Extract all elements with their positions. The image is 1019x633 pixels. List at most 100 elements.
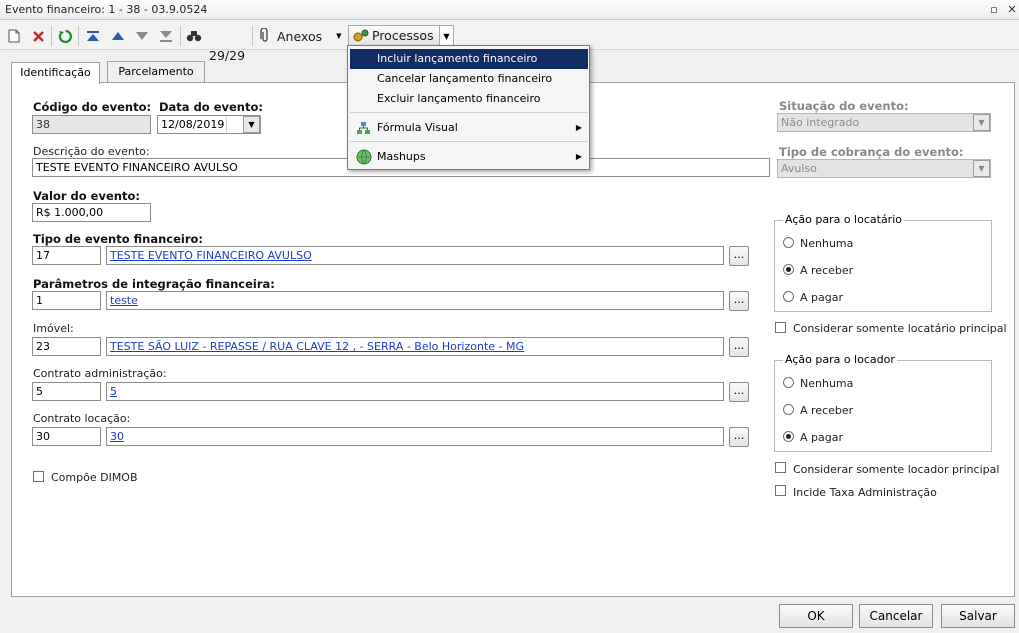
globe-icon — [356, 149, 372, 165]
submenu-arrow-icon: ▶ — [575, 152, 582, 161]
menu-item-mashups[interactable]: Mashups ▶ — [350, 147, 588, 167]
attachments-button[interactable]: Anexos ▼ — [258, 26, 348, 46]
last-record-button[interactable] — [157, 26, 175, 46]
locatario-nenhuma-radio[interactable] — [783, 237, 794, 248]
menu-item-cancelar[interactable]: Cancelar lançamento financeiro — [350, 69, 588, 89]
imovel-desc-field[interactable]: TESTE SÃO LUIZ - REPASSE / RUA CLAVE 12 … — [106, 337, 724, 356]
restore-icon[interactable]: ▫ — [987, 3, 1001, 17]
contrato-loc-desc-field[interactable]: 30 — [106, 427, 724, 446]
locador-receber-radio[interactable] — [783, 404, 794, 415]
parametros-link[interactable]: teste — [110, 294, 138, 307]
locador-pagar-radio[interactable] — [783, 431, 794, 442]
paperclip-icon — [260, 28, 268, 42]
flowchart-icon — [357, 122, 370, 134]
tipo-evento-desc-field[interactable]: TESTE EVENTO FINANCEIRO AVULSO — [106, 246, 724, 265]
new-record-button[interactable] — [6, 26, 22, 46]
imovel-link[interactable]: TESTE SÃO LUIZ - REPASSE / RUA CLAVE 12 … — [110, 340, 524, 353]
imovel-code-field[interactable]: 23 — [32, 337, 101, 356]
contrato-adm-desc-field[interactable]: 5 — [106, 382, 724, 401]
toolbar-separator — [252, 26, 253, 46]
gears-icon — [353, 29, 369, 42]
contrato-loc-browse-button[interactable]: ... — [729, 427, 749, 447]
tipo-evento-browse-button[interactable]: ... — [729, 246, 749, 266]
taxa-adm-checkbox[interactable] — [775, 485, 786, 496]
parametros-desc-field[interactable]: teste — [106, 291, 724, 310]
locatario-nenhuma-label: Nenhuma — [800, 237, 854, 250]
situacao-label: Situação do evento: — [779, 99, 909, 113]
contrato-adm-link[interactable]: 5 — [110, 385, 117, 398]
cobranca-label: Tipo de cobrança do evento: — [779, 145, 964, 159]
locatario-principal-checkbox[interactable] — [775, 322, 786, 333]
locatario-receber-radio[interactable] — [783, 264, 794, 275]
new-document-icon — [8, 29, 20, 43]
ok-button[interactable]: OK — [779, 604, 853, 628]
formula-visual-label: Fórmula Visual — [377, 121, 458, 134]
arrow-up-icon — [112, 32, 124, 40]
locador-principal-label: Considerar somente locador principal — [793, 463, 1000, 476]
attachments-label: Anexos — [277, 28, 323, 44]
data-label: Data do evento: — [159, 100, 263, 114]
parametros-code-field[interactable]: 1 — [32, 291, 101, 310]
situacao-dropdown-icon[interactable]: ▼ — [973, 114, 990, 131]
parametros-browse-button[interactable]: ... — [729, 291, 749, 311]
tab-identificacao[interactable]: Identificação — [11, 62, 100, 84]
locatario-pagar-radio[interactable] — [783, 291, 794, 302]
menu-separator — [350, 112, 588, 113]
refresh-button[interactable] — [56, 26, 74, 46]
codigo-label: Código do evento: — [33, 100, 152, 114]
contrato-adm-code-field[interactable]: 5 — [32, 382, 101, 401]
valor-field[interactable]: R$ 1.000,00 — [32, 203, 151, 222]
record-position: 29/29 — [209, 48, 246, 63]
processes-menu: Incluir lançamento financeiro Cancelar l… — [347, 45, 590, 170]
processes-button[interactable]: Processos — [348, 25, 440, 46]
processes-label: Processos — [372, 28, 434, 43]
title-bar: Evento financeiro: 1 - 38 - 03.9.0524 ▫ … — [0, 0, 1019, 20]
locador-nenhuma-label: Nenhuma — [800, 377, 854, 390]
close-icon[interactable]: ✕ — [1005, 3, 1019, 17]
dimob-checkbox[interactable] — [33, 471, 44, 482]
toolbar-separator — [51, 26, 52, 46]
contrato-loc-label: Contrato locação: — [33, 412, 131, 425]
cobranca-select[interactable]: Avulso — [777, 159, 991, 178]
next-record-button[interactable] — [133, 26, 151, 46]
date-picker-button[interactable]: ▼ — [243, 116, 260, 133]
menu-item-incluir[interactable]: Incluir lançamento financeiro — [350, 49, 588, 69]
first-record-button[interactable] — [84, 26, 102, 46]
data-value: 12/08/2019 — [161, 118, 225, 131]
toolbar-separator — [78, 26, 79, 46]
situacao-select[interactable]: Não integrado — [777, 113, 991, 132]
tipo-evento-link[interactable]: TESTE EVENTO FINANCEIRO AVULSO — [110, 249, 312, 262]
locador-nenhuma-radio[interactable] — [783, 377, 794, 388]
locatario-group-title: Ação para o locatário — [783, 213, 904, 226]
last-record-icon — [160, 30, 172, 42]
locador-group-title: Ação para o locador — [783, 353, 897, 366]
arrow-down-icon — [136, 32, 148, 40]
save-button[interactable]: Salvar — [941, 604, 1015, 628]
descricao-label: Descrição do evento: — [33, 145, 150, 158]
imovel-browse-button[interactable]: ... — [729, 337, 749, 357]
menu-item-excluir[interactable]: Excluir lançamento financeiro — [350, 89, 588, 109]
tipo-evento-code-field[interactable]: 17 — [32, 246, 101, 265]
contrato-loc-code-field[interactable]: 30 — [32, 427, 101, 446]
processes-dropdown-button[interactable]: ▼ — [440, 25, 454, 46]
contrato-adm-browse-button[interactable]: ... — [729, 382, 749, 402]
binoculars-icon — [186, 31, 202, 42]
valor-label: Valor do evento: — [33, 189, 140, 203]
locador-receber-label: A receber — [800, 404, 854, 417]
cobranca-dropdown-icon[interactable]: ▼ — [973, 160, 990, 177]
cancel-button[interactable]: Cancelar — [859, 604, 933, 628]
tab-parcelamento[interactable]: Parcelamento — [107, 61, 205, 82]
search-button[interactable] — [185, 26, 203, 46]
previous-record-button[interactable] — [109, 26, 127, 46]
codigo-field[interactable]: 38 — [32, 115, 151, 134]
delete-icon — [32, 30, 44, 42]
locatario-receber-label: A receber — [800, 264, 854, 277]
mashups-label: Mashups — [377, 150, 426, 163]
contrato-loc-link[interactable]: 30 — [110, 430, 124, 443]
taxa-adm-label: Incide Taxa Administração — [793, 486, 937, 499]
locatario-pagar-label: A pagar — [800, 291, 843, 304]
toolbar-separator — [180, 26, 181, 46]
locador-principal-checkbox[interactable] — [775, 462, 786, 473]
delete-button[interactable] — [29, 26, 47, 46]
menu-item-formula-visual[interactable]: Fórmula Visual ▶ — [350, 118, 588, 138]
